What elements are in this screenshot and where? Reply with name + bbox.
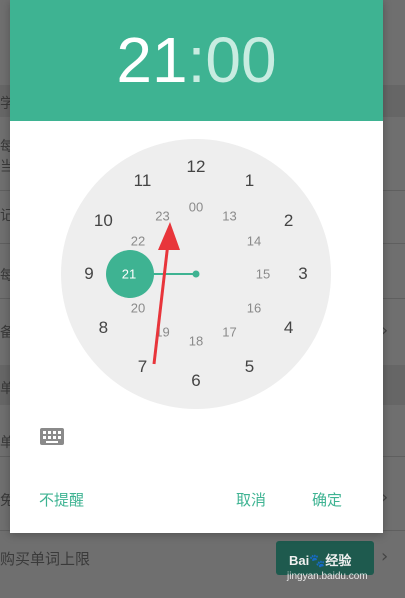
hour-inner-13[interactable]: 13 xyxy=(222,208,236,223)
hour-inner-23[interactable]: 23 xyxy=(155,208,169,223)
watermark-brand: Bai xyxy=(289,553,310,568)
hour-inner-22[interactable]: 22 xyxy=(131,233,145,248)
hour-outer-11[interactable]: 11 xyxy=(134,171,152,191)
clock-center-dot xyxy=(192,270,200,278)
confirm-button[interactable]: 确定 xyxy=(312,489,342,511)
chevron-right-icon: › xyxy=(381,546,389,567)
hour-inner-18[interactable]: 18 xyxy=(189,334,203,349)
watermark-suffix: 经验 xyxy=(325,553,352,568)
background-bottom-label: 购买单词上限 xyxy=(0,550,91,568)
hour-inner-20[interactable]: 20 xyxy=(131,300,145,315)
hour-inner-14[interactable]: 14 xyxy=(247,233,261,248)
hour-inner-16[interactable]: 16 xyxy=(247,300,261,315)
hour-outer-2[interactable]: 2 xyxy=(284,211,293,231)
hour-inner-17[interactable]: 17 xyxy=(222,325,236,340)
hour-inner-00[interactable]: 00 xyxy=(189,200,203,215)
time-picker-dialog: 21:00 12 1 2 3 4 5 6 7 8 9 10 11 00 13 14 15 16 17 18 19 20 2… xyxy=(10,0,383,533)
hour-inner-19[interactable]: 19 xyxy=(155,325,169,340)
clock-hand-layer xyxy=(106,250,200,298)
keyboard-icon[interactable] xyxy=(40,428,64,445)
hour-outer-5[interactable]: 5 xyxy=(245,357,254,377)
hour-outer-1[interactable]: 1 xyxy=(245,171,254,191)
hour-outer-7[interactable]: 7 xyxy=(138,357,147,377)
minute-display[interactable]: 00 xyxy=(205,24,276,96)
watermark-url: jingyan.baidu.com xyxy=(287,571,368,582)
time-display: 21:00 xyxy=(10,20,383,100)
hour-display[interactable]: 21 xyxy=(116,24,187,96)
hour-outer-3[interactable]: 3 xyxy=(298,264,307,284)
no-reminder-button[interactable]: 不提醒 xyxy=(39,489,84,511)
hour-inner-21[interactable]: 21 xyxy=(122,267,136,282)
hour-outer-8[interactable]: 8 xyxy=(99,318,108,338)
hour-outer-4[interactable]: 4 xyxy=(284,318,293,338)
time-header: 21:00 xyxy=(10,0,383,121)
hour-outer-6[interactable]: 6 xyxy=(191,371,200,391)
paw-icon: 🐾 xyxy=(309,553,326,568)
hour-inner-15[interactable]: 15 xyxy=(256,267,270,282)
hour-outer-9[interactable]: 9 xyxy=(84,264,93,284)
hour-outer-10[interactable]: 10 xyxy=(94,211,113,231)
time-separator: : xyxy=(187,24,206,96)
cancel-button[interactable]: 取消 xyxy=(236,489,266,511)
watermark-logo: Bai🐾经验 xyxy=(289,550,351,569)
hour-outer-12[interactable]: 12 xyxy=(187,157,206,177)
